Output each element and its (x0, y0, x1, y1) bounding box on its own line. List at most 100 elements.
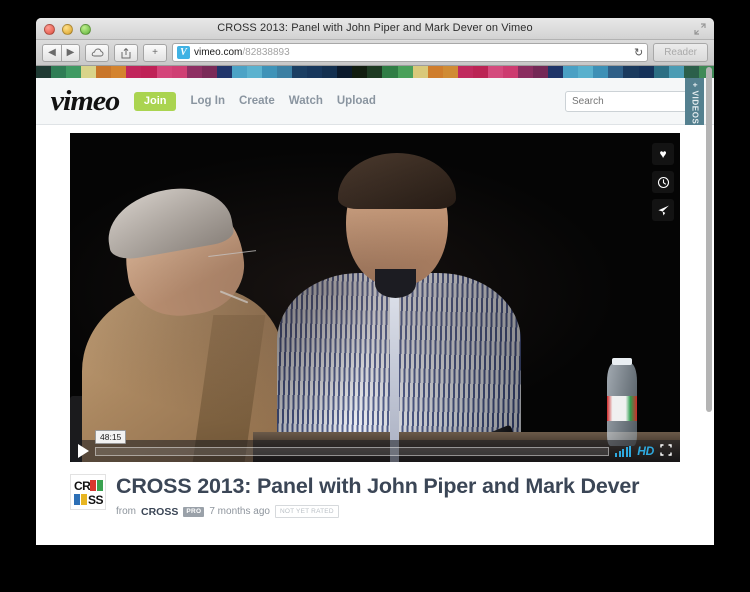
play-button[interactable] (78, 444, 89, 458)
thumbnail-swatch (442, 66, 458, 78)
progress-bar[interactable]: 48:15 (95, 429, 610, 456)
new-tab-button[interactable]: + (143, 43, 167, 62)
icloud-tabs-button[interactable] (85, 43, 109, 62)
thumbnail-swatch (548, 66, 564, 78)
water-bottle (606, 357, 638, 446)
nav-buttons: ◀ ▶ (42, 43, 80, 62)
thumbnail-swatch (186, 66, 202, 78)
url-text: vimeo.com/82838893 (194, 47, 290, 58)
thumbnail-swatch (337, 66, 353, 78)
window-titlebar: CROSS 2013: Panel with John Piper and Ma… (36, 18, 714, 40)
thumbnail-swatch (51, 66, 67, 78)
window-title: CROSS 2013: Panel with John Piper and Ma… (217, 22, 533, 34)
thumbnail-swatch (246, 66, 262, 78)
thumbnail-swatch (608, 66, 624, 78)
from-label: from (116, 506, 136, 518)
thumbnail-swatch (277, 66, 293, 78)
video-info-block: CR SS CROSS 2013: Panel with John Piper … (36, 462, 714, 519)
volume-control[interactable] (615, 445, 632, 457)
thumbnail-swatch (292, 66, 308, 78)
join-button[interactable]: Join (133, 91, 177, 111)
page-viewport: vimeo Join Log In Create Watch Upload + … (36, 66, 714, 545)
fullscreen-arrows-icon[interactable] (694, 23, 706, 35)
browser-toolbar: ◀ ▶ + V vimeo.com/82838893 ↻ Reader (36, 40, 714, 66)
left-head (119, 194, 251, 323)
page-title: CROSS 2013: Panel with John Piper and Ma… (116, 474, 640, 498)
vimeo-logo[interactable]: vimeo (51, 85, 121, 118)
thumbnail-swatch (382, 66, 398, 78)
back-button[interactable]: ◀ (42, 43, 61, 62)
owner-link[interactable]: CROSS (141, 506, 178, 518)
left-hair (101, 180, 236, 264)
forward-button[interactable]: ▶ (61, 43, 80, 62)
plus-icon: + (152, 47, 158, 58)
nav-item-create[interactable]: Create (239, 95, 275, 107)
vimeo-header: vimeo Join Log In Create Watch Upload + … (36, 78, 714, 128)
fullscreen-button[interactable] (660, 444, 672, 458)
thumbnail-swatch (623, 66, 639, 78)
logo-block-yellow (81, 494, 87, 505)
share-button[interactable] (114, 43, 138, 62)
reader-label: Reader (664, 47, 697, 58)
nav-item-log-in[interactable]: Log In (190, 95, 225, 107)
scrollbar-thumb[interactable] (706, 67, 712, 412)
thumbnail-swatch (201, 66, 217, 78)
striped-shirt (277, 272, 522, 462)
search-input[interactable] (566, 91, 697, 111)
reader-button[interactable]: Reader (653, 43, 708, 62)
thumbnail-swatch (231, 66, 247, 78)
thumbnail-swatch (66, 66, 82, 78)
nav-item-watch[interactable]: Watch (289, 95, 323, 107)
thumbnail-swatch (502, 66, 518, 78)
thumbnail-swatch (638, 66, 654, 78)
vimeo-favicon: V (177, 46, 190, 59)
cloud-icon (91, 48, 103, 57)
progress-track[interactable] (95, 446, 610, 456)
page-scrollbar[interactable] (705, 66, 713, 545)
video-player[interactable]: ♥ 48:15 HD (70, 133, 680, 462)
cross-logo[interactable]: CR SS (70, 474, 106, 510)
watch-later-icon (657, 176, 669, 188)
person-left-john-piper (82, 179, 284, 462)
browser-window: CROSS 2013: Panel with John Piper and Ma… (36, 18, 714, 545)
like-button[interactable]: ♥ (652, 143, 674, 165)
thumbnail-swatch (36, 66, 52, 78)
thumbnail-swatch (397, 66, 413, 78)
thumbnail-swatch (593, 66, 609, 78)
cross-logo-bottom: SS (74, 493, 104, 507)
thumbnail-swatch (518, 66, 534, 78)
url-path: /82838893 (242, 47, 290, 58)
logo-block-red (90, 480, 97, 491)
thumbnail-swatch (367, 66, 383, 78)
thumbnail-swatch (322, 66, 338, 78)
cross-logo-top-text: CR (74, 478, 91, 493)
shirt-placket (389, 278, 400, 462)
nav-item-upload[interactable]: Upload (337, 95, 376, 107)
hd-badge[interactable]: HD (637, 444, 654, 458)
undershirt (374, 269, 417, 298)
thumbnail-swatch (683, 66, 699, 78)
thumbnail-swatch (261, 66, 277, 78)
thumbnail-swatch (111, 66, 127, 78)
rating-badge: NOT YET RATED (274, 505, 339, 519)
videos-tab[interactable]: + VIDEOS (685, 78, 704, 128)
videos-tab-label: + VIDEOS (690, 82, 699, 124)
bottle-label (606, 396, 638, 421)
logo-block-green (97, 480, 103, 491)
thumbnail-swatch (472, 66, 488, 78)
thumbnail-swatch (96, 66, 112, 78)
watch-later-button[interactable] (652, 171, 674, 193)
thumbnail-swatch (533, 66, 549, 78)
thumbnail-swatch (427, 66, 443, 78)
back-icon: ◀ (48, 47, 56, 58)
thumbnail-swatch (156, 66, 172, 78)
right-head (345, 158, 449, 286)
share-video-button[interactable] (652, 199, 674, 221)
upload-date: 7 months ago (209, 506, 270, 518)
reload-icon[interactable]: ↻ (634, 46, 643, 59)
thumbnail-swatch (653, 66, 669, 78)
headset-mic-icon (219, 290, 249, 304)
thumbnail-swatch (81, 66, 97, 78)
glasses-icon (208, 249, 259, 270)
address-bar[interactable]: V vimeo.com/82838893 ↻ (172, 43, 649, 62)
